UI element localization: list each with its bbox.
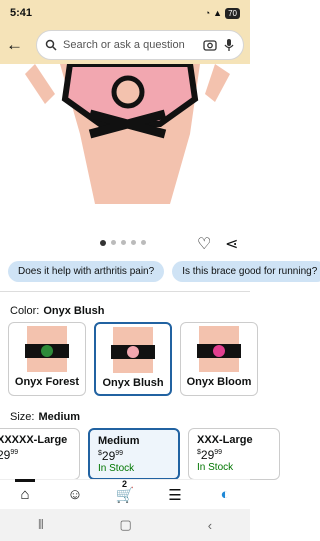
question-chip[interactable]: Does it help with arthritis pain? (8, 261, 165, 282)
cart-icon[interactable]: 🛒 2 (110, 479, 140, 504)
back-button-icon[interactable]: ‹ (208, 518, 212, 533)
question-chips: Does it help with arthritis pain? Is thi… (8, 261, 320, 282)
selected-color: Onyx Blush (43, 305, 105, 317)
system-icons: ◔ ▲ 70 (204, 7, 240, 19)
swatch-onyx-forest[interactable]: Onyx Forest (8, 322, 86, 396)
camera-scan-icon[interactable] (203, 38, 217, 52)
size-option[interactable]: XXXXX-Large 2999 (0, 428, 80, 480)
battery-icon: 70 (225, 7, 240, 19)
divider (0, 291, 250, 292)
selected-size: Medium (38, 411, 81, 423)
swatch-image (111, 327, 155, 373)
carousel-dot[interactable] (100, 239, 106, 246)
size-options: XXXXX-Large 2999 Medium $2999 In Stock X… (0, 428, 280, 480)
status-bar: 5:41 ◔ ▲ 70 (0, 0, 250, 26)
search-input[interactable]: Search or ask a question (63, 39, 197, 51)
microphone-icon[interactable] (223, 38, 235, 52)
wifi-icon: ◔ (204, 8, 211, 18)
carousel-dot[interactable] (131, 240, 136, 245)
search-bar[interactable]: Search or ask a question (36, 30, 244, 60)
swatch-image (25, 326, 69, 372)
carousel-dot[interactable] (121, 240, 126, 245)
swatch-onyx-blush[interactable]: Onyx Blush (94, 322, 172, 396)
system-nav: ⦀ ▢ ‹ (0, 509, 250, 541)
swatch-image (197, 326, 241, 372)
price: $2999 (98, 449, 124, 463)
cart-count: 2 (122, 478, 128, 489)
status-time: 5:41 (10, 7, 33, 19)
search-header: ← Search or ask a question (0, 26, 250, 64)
bottom-nav: ⌂ ☺ 🛒 2 ☰ ◐ (0, 479, 250, 509)
color-swatches: Onyx Forest Onyx Blush Onyx Bloom (8, 322, 258, 396)
product-image[interactable] (0, 64, 250, 214)
swatch-onyx-bloom[interactable]: Onyx Bloom (180, 322, 258, 396)
question-chip[interactable]: Is this brace good for running? (172, 261, 320, 282)
size-option[interactable]: Medium $2999 In Stock (88, 428, 180, 480)
search-icon (45, 39, 57, 51)
share-icon[interactable]: ⋖ (225, 234, 238, 254)
assistant-icon[interactable]: ◐ (210, 486, 240, 503)
price: 2999 (0, 448, 19, 462)
heart-icon[interactable]: ♡ (197, 234, 211, 254)
price: $2999 (197, 448, 223, 462)
menu-icon[interactable]: ☰ (160, 486, 190, 504)
size-option[interactable]: XXX-Large $2999 In Stock (188, 428, 280, 480)
recent-apps-icon[interactable]: ⦀ (38, 517, 44, 533)
size-selector-label: Size: Medium (10, 411, 81, 423)
home-button-icon[interactable]: ▢ (120, 517, 132, 533)
carousel-dots[interactable] (100, 239, 146, 246)
back-arrow-icon[interactable]: ← (6, 35, 26, 55)
carousel-dot[interactable] (111, 240, 116, 245)
account-icon[interactable]: ☺ (60, 486, 90, 503)
home-icon[interactable]: ⌂ (10, 479, 40, 503)
signal-icon: ▲ (213, 8, 223, 18)
stock-status: In Stock (197, 462, 234, 473)
stock-status: In Stock (98, 463, 135, 474)
carousel-dot[interactable] (141, 240, 146, 245)
color-selector-label: Color: Onyx Blush (10, 305, 105, 317)
